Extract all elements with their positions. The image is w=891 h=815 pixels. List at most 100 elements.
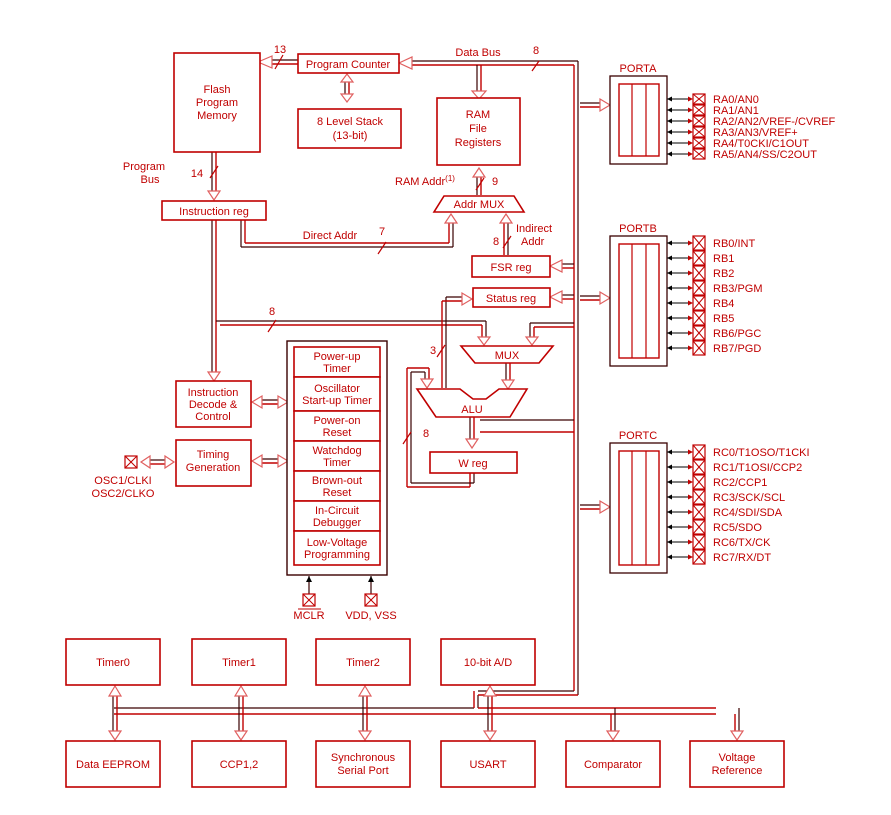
supervisor-cell-label: Timer [323,363,351,375]
mclr-label: MCLR [293,610,324,622]
port-pin: RC6/TX/CK [667,534,771,550]
port-pin: RB0/INT [667,235,755,251]
port-pin: RB6/PGC [667,325,761,341]
indirect-addr-label-2: Addr [521,236,545,248]
peripheral-link [605,708,621,742]
program-bus-label-2: Bus [141,174,160,186]
w-reg-label: W reg [458,458,487,470]
ports: PORTARA0/AN0RA1/AN1RA2/AN2/VREF-/CVREFRA… [609,63,836,574]
bus-width-9: 9 [492,176,498,188]
portb-title: PORTB [619,223,657,235]
peripheral-label: Serial Port [337,765,388,777]
mux: MUX [459,345,555,364]
ram-file-registers: RAM File Registers [436,97,521,166]
peripheral-link [357,684,373,742]
addr-mux-label: Addr MUX [454,199,505,211]
supervisor-cell-label: Debugger [313,517,362,529]
supervisor-cell-label: Watchdog [312,445,361,457]
peripheral-label: Timer2 [346,657,380,669]
port-pin: RB7/PGD [667,340,761,356]
bus-width-8-w: 8 [423,428,429,440]
ram-label-2: File [469,123,487,135]
porta-title: PORTA [620,63,658,75]
port-pin-label: RC4/SDI/SDA [713,507,783,519]
osc-pin [124,455,138,469]
timing-label-2: Generation [186,462,240,474]
bus-width-8-instr: 8 [269,306,275,318]
bus-width-14: 14 [191,168,203,180]
data-bus-label: Data Bus [455,47,501,59]
alu: ALU [415,388,529,418]
supervisor-cell: WatchdogTimer [293,440,381,472]
port-pin-label: RC0/T1OSO/T1CKI [713,447,810,459]
vdd-label: VDD, VSS [345,610,396,622]
bus-width-7: 7 [379,226,385,238]
port-pin: RB4 [667,295,734,311]
port-pin: RC0/T1OSO/T1CKI [667,444,810,460]
port-pin-label: RB0/INT [713,238,755,250]
peripheral-link [107,684,123,742]
alu-label: ALU [461,404,482,416]
peripheral-links [107,684,745,742]
supervisor-cell: Brown-outReset [293,470,381,502]
portc-block: PORTC RC0/T1OSO/T1CKI RC1/T1OSI/CCP2 RC2/CC… [609,430,810,574]
port-pin-label: RB2 [713,268,734,280]
peripheral-top: Timer2 [315,638,411,686]
peripheral-top: 10-bit A/D [440,638,536,686]
supervisor-cell-label: Start-up Timer [302,395,372,407]
stack-label-2: (13-bit) [333,130,368,142]
mux-label: MUX [495,350,520,362]
ram-addr-label: RAM Addr(1) [395,174,455,188]
port-pin-label: RA5/AN4/SS/C2OUT [713,149,817,161]
supervisor-cell-label: Reset [323,427,352,439]
peripheral-bottom: SynchronousSerial Port [315,740,411,788]
program-counter-label: Program Counter [306,59,391,71]
port-pin: RC2/CCP1 [667,474,767,490]
program-bus-label-1: Program [123,161,165,173]
bus-width-8-indirect: 8 [493,236,499,248]
port-pin: RB2 [667,265,734,281]
supervisor-cell-label: Power-on [313,415,360,427]
osc-label-2: OSC2/CLKO [92,488,155,500]
supervisor-cell: Low-VoltageProgramming [293,530,381,566]
pic-block-diagram: Flash Program Memory 13 Program Counter … [65,44,836,788]
ram-label-3: Registers [455,137,502,149]
direct-addr-label: Direct Addr [303,230,358,242]
port-pin-label: RC3/SCK/SCL [713,492,785,504]
peripheral-label: Voltage [719,752,756,764]
flash-program-memory: Flash Program Memory [173,52,261,153]
decode-label-1: Instruction [188,387,239,399]
bus-width-13: 13 [274,44,286,56]
peripherals: Timer0 Timer1 Timer2 10-bit A/D Data EEPROM C… [65,638,785,788]
bus-width-3: 3 [430,345,436,357]
supervisor-cell-label: Reset [323,487,352,499]
peripheral-link [233,684,249,742]
port-pin: RC7/RX/DT [667,549,771,565]
ram-label-1: RAM [466,109,490,121]
vdd-pin [364,576,378,607]
supervisor-cell-label: Power-up [313,351,360,363]
portc-title: PORTC [619,430,657,442]
port-pin: RC1/T1OSI/CCP2 [667,459,802,475]
status-reg: Status reg [472,287,551,308]
peripheral-label: Data EEPROM [76,759,150,771]
porta-block: PORTARA0/AN0RA1/AN1RA2/AN2/VREF-/CVREFRA… [609,63,836,165]
supervisor-cell-label: In-Circuit [315,505,359,517]
peripheral-label: Reference [712,765,763,777]
port-pin-label: RB1 [713,253,734,265]
supervisor-cell-label: Programming [304,549,370,561]
peripheral-link [729,708,745,742]
instruction-reg: Instruction reg [161,200,267,221]
peripheral-bottom: VoltageReference [689,740,785,788]
decode-label-2: Decode & [189,399,238,411]
port-pin-label: RB5 [713,313,734,325]
supervisor-cell-label: Oscillator [314,383,360,395]
peripheral-label: Timer1 [222,657,256,669]
stack-block: 8 Level Stack (13-bit) [297,108,402,149]
port-pin-label: RB4 [713,298,734,310]
timing-generation: Timing Generation [175,439,252,487]
supervisor-cell-label: Brown-out [312,475,362,487]
port-pin-label: RC2/CCP1 [713,477,767,489]
flash-label-1: Flash [204,84,231,96]
port-pin: RC4/SDI/SDA [667,504,783,520]
